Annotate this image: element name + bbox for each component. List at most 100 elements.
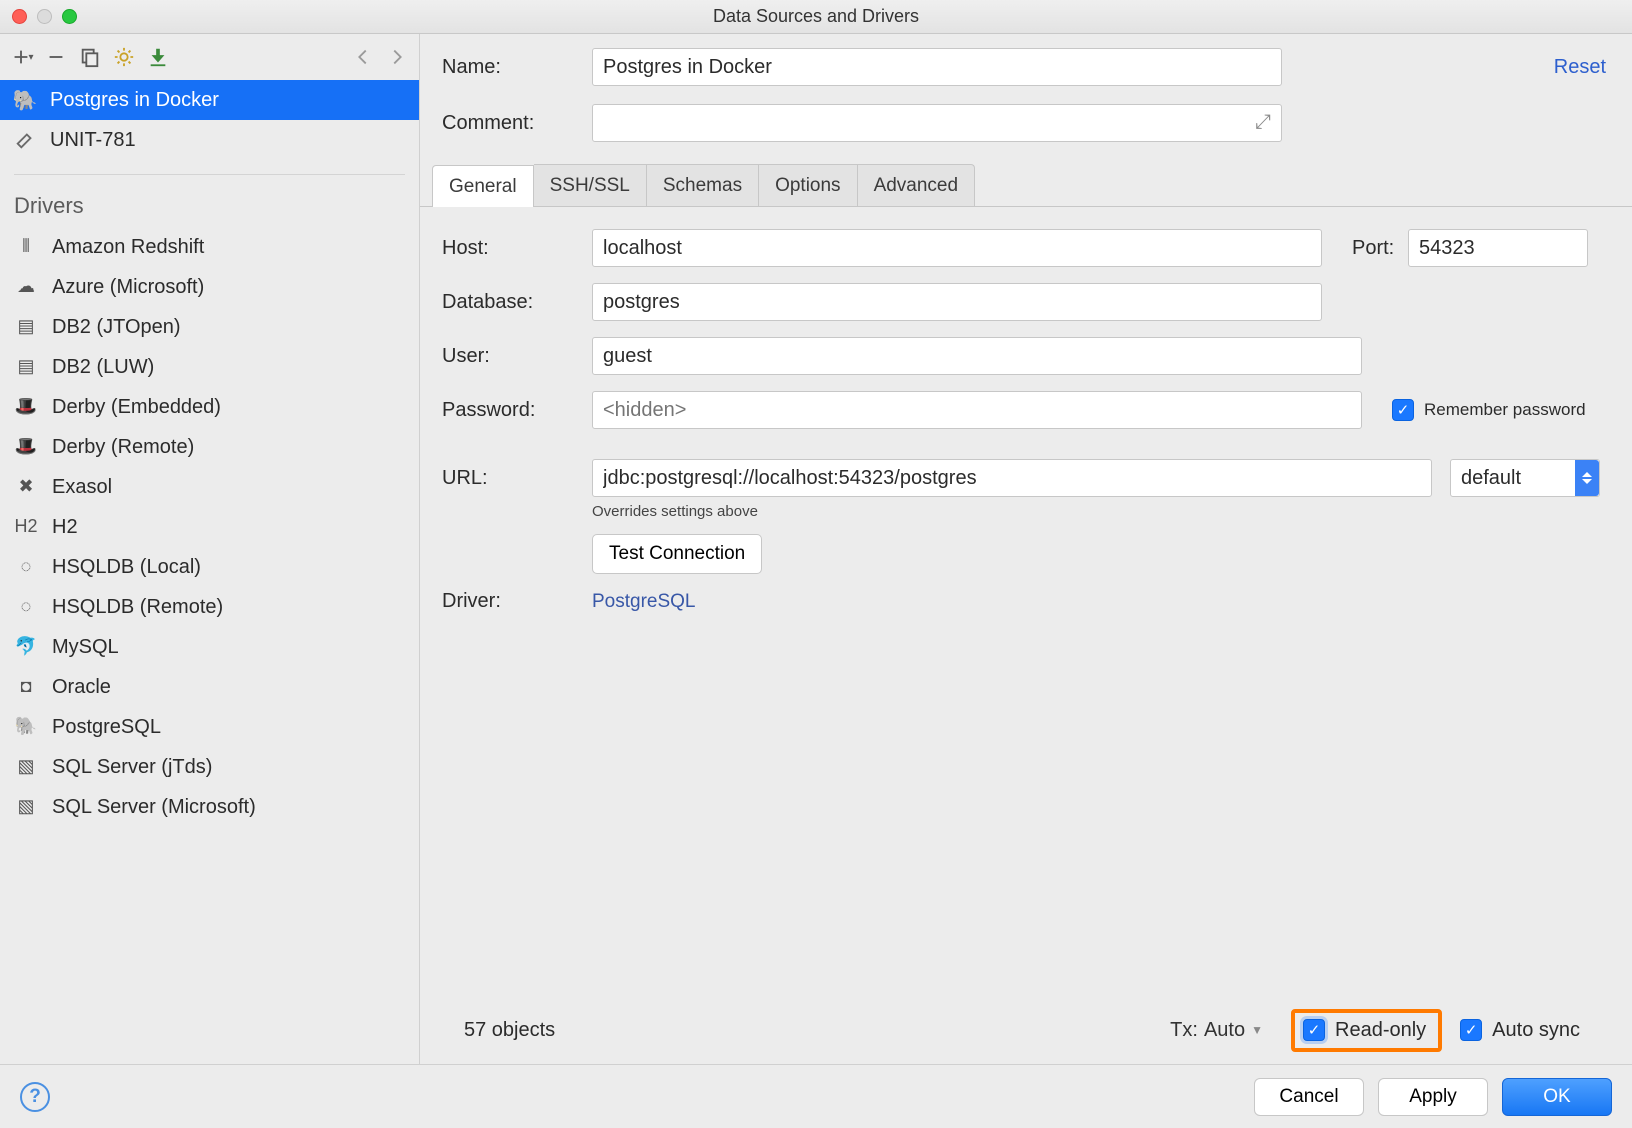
dialog-footer: ? Cancel Apply OK xyxy=(0,1064,1632,1128)
azure-icon: ☁ xyxy=(14,276,38,298)
data-source-list: 🐘 Postgres in Docker UNIT-781 xyxy=(0,80,419,160)
mysql-icon: 🐬 xyxy=(14,636,38,658)
driver-label: HSQLDB (Local) xyxy=(52,556,201,579)
h2-icon: H2 xyxy=(14,516,38,538)
driver-label: Exasol xyxy=(52,476,112,499)
driver-item[interactable]: ◘Oracle xyxy=(0,667,419,707)
host-label: Host: xyxy=(442,237,592,260)
derby-icon: 🎩 xyxy=(14,396,38,418)
sidebar-toolbar: ▾ xyxy=(0,34,419,80)
redshift-icon: ⫴ xyxy=(14,236,38,258)
drivers-list: ⫴Amazon Redshift ☁ Azure (Microsoft) ▤ DB2 (… xyxy=(0,227,419,827)
readonly-checkbox[interactable]: ✓ xyxy=(1303,1019,1325,1041)
test-connection-button[interactable]: Test Connection xyxy=(592,534,762,574)
tab-advanced[interactable]: Advanced xyxy=(858,164,976,206)
help-icon[interactable]: ? xyxy=(20,1082,50,1112)
port-input[interactable] xyxy=(1408,229,1588,267)
name-input[interactable] xyxy=(592,48,1282,86)
comment-label: Comment: xyxy=(442,112,592,135)
expand-icon[interactable]: ⤢ xyxy=(1255,111,1271,134)
autosync-label: Auto sync xyxy=(1492,1019,1580,1042)
name-label: Name: xyxy=(442,56,592,79)
driver-item[interactable]: ▧ SQL Server (jTds) xyxy=(0,747,419,787)
tab-ssh-ssl[interactable]: SSH/SSL xyxy=(534,164,647,206)
driver-item[interactable]: H2H2 xyxy=(0,507,419,547)
data-source-item[interactable]: UNIT-781 xyxy=(0,120,419,160)
import-icon[interactable] xyxy=(142,41,174,73)
chevron-down-icon: ▼ xyxy=(1251,1023,1263,1037)
url-label: URL: xyxy=(442,467,592,490)
driver-item[interactable]: 🐬 MySQL xyxy=(0,627,419,667)
driver-label: Azure (Microsoft) xyxy=(52,276,204,299)
hsqldb-icon: ◌ xyxy=(14,556,38,578)
url-input[interactable] xyxy=(592,459,1432,497)
tx-selector[interactable]: Tx: Auto ▼ xyxy=(1170,1019,1263,1042)
port-label: Port: xyxy=(1352,237,1408,260)
driver-item[interactable]: 🎩Derby (Remote) xyxy=(0,427,419,467)
password-input[interactable] xyxy=(592,391,1362,429)
ok-button[interactable]: OK xyxy=(1502,1078,1612,1116)
tab-schemas[interactable]: Schemas xyxy=(647,164,759,206)
add-button[interactable]: ▾ xyxy=(6,41,38,73)
driver-item[interactable]: ⫴Amazon Redshift xyxy=(0,227,419,267)
tab-general[interactable]: General xyxy=(432,165,534,207)
driver-label: DB2 (JTOpen) xyxy=(52,316,181,339)
driver-label: SQL Server (jTds) xyxy=(52,756,212,779)
db2-icon: ▤ xyxy=(14,356,38,378)
remember-password-label: Remember password xyxy=(1424,400,1586,420)
autosync-checkbox[interactable]: ✓ xyxy=(1460,1019,1482,1041)
zoom-window-icon[interactable] xyxy=(62,9,77,24)
settings-icon[interactable] xyxy=(108,41,140,73)
comment-input[interactable]: ⤢ xyxy=(592,104,1282,142)
sqlserver-icon: ▧ xyxy=(14,796,38,818)
driver-item[interactable]: ▤ DB2 (JTOpen) xyxy=(0,307,419,347)
driver-item[interactable]: ◌ HSQLDB (Local) xyxy=(0,547,419,587)
driver-item[interactable]: ☁ Azure (Microsoft) xyxy=(0,267,419,307)
data-source-item[interactable]: 🐘 Postgres in Docker xyxy=(0,80,419,120)
db2-icon: ▤ xyxy=(14,316,38,338)
driver-label: DB2 (LUW) xyxy=(52,356,154,379)
readonly-label: Read-only xyxy=(1335,1019,1426,1042)
elephant-icon: 🐘 xyxy=(14,716,38,738)
window-title: Data Sources and Drivers xyxy=(713,6,919,27)
content: Name: Reset Comment: ⤢ GeneralSSH/SSLSch… xyxy=(420,34,1632,1064)
data-source-label: Postgres in Docker xyxy=(50,89,219,112)
duplicate-button[interactable] xyxy=(74,41,106,73)
driver-item[interactable]: ▧ SQL Server (Microsoft) xyxy=(0,787,419,827)
titlebar: Data Sources and Drivers xyxy=(0,0,1632,34)
driver-link[interactable]: PostgreSQL xyxy=(592,591,696,613)
driver-item[interactable]: ▤ DB2 (LUW) xyxy=(0,347,419,387)
url-mode-select[interactable]: default xyxy=(1450,459,1600,497)
readonly-highlight: ✓ Read-only xyxy=(1291,1009,1442,1052)
driver-label: Driver: xyxy=(442,590,592,613)
driver-label: SQL Server (Microsoft) xyxy=(52,796,256,819)
driver-label: MySQL xyxy=(52,636,119,659)
close-window-icon[interactable] xyxy=(12,9,27,24)
apply-button[interactable]: Apply xyxy=(1378,1078,1488,1116)
remember-password-checkbox[interactable]: ✓ xyxy=(1392,399,1414,421)
cancel-button[interactable]: Cancel xyxy=(1254,1078,1364,1116)
oracle-icon: ◘ xyxy=(14,676,38,698)
forward-icon[interactable] xyxy=(381,41,413,73)
sqlserver-icon: ▧ xyxy=(14,756,38,778)
host-input[interactable] xyxy=(592,229,1322,267)
database-input[interactable] xyxy=(592,283,1322,321)
reset-link[interactable]: Reset xyxy=(1554,56,1606,79)
driver-item[interactable]: 🎩Derby (Embedded) xyxy=(0,387,419,427)
remove-button[interactable] xyxy=(40,41,72,73)
driver-item[interactable]: ✖Exasol xyxy=(0,467,419,507)
password-label: Password: xyxy=(442,399,592,422)
minimize-window-icon xyxy=(37,9,52,24)
user-input[interactable] xyxy=(592,337,1362,375)
driver-label: PostgreSQL xyxy=(52,716,161,739)
object-count: 57 objects xyxy=(464,1019,555,1042)
driver-item[interactable]: 🐘 PostgreSQL xyxy=(0,707,419,747)
driver-item[interactable]: ◌HSQLDB (Remote) xyxy=(0,587,419,627)
driver-label: Derby (Remote) xyxy=(52,436,194,459)
tab-options[interactable]: Options xyxy=(759,164,857,206)
driver-label: HSQLDB (Remote) xyxy=(52,596,223,619)
back-icon[interactable] xyxy=(347,41,379,73)
user-label: User: xyxy=(442,345,592,368)
divider xyxy=(14,174,405,175)
sidebar: ▾ 🐘 Postgres in Docker UNIT-781 Drivers … xyxy=(0,34,420,1064)
